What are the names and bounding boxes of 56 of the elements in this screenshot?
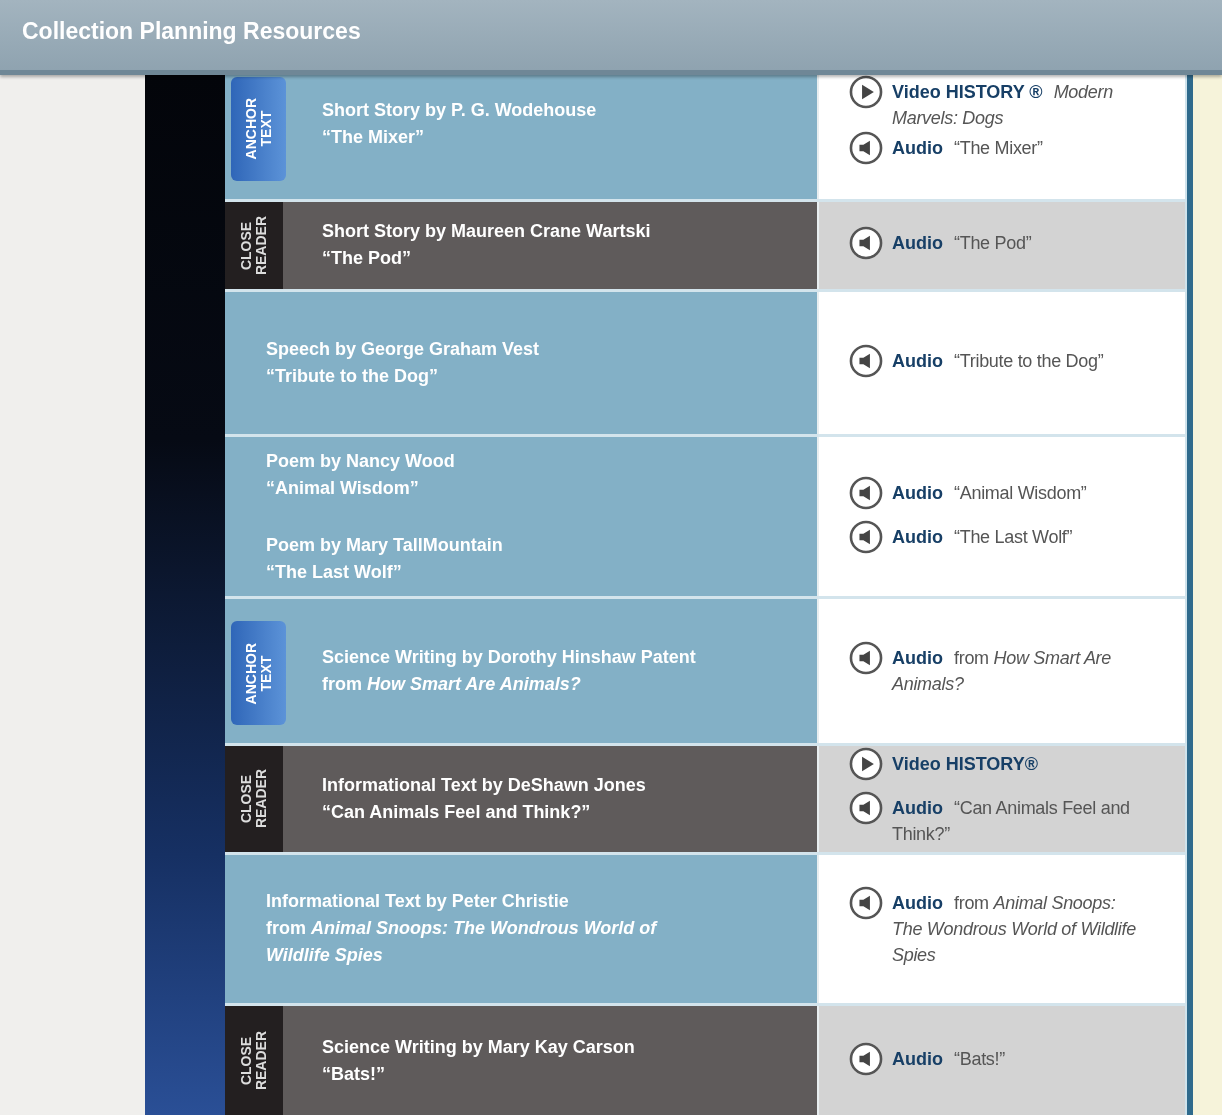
anchor-text-tag: ANCHOR TEXT	[231, 77, 286, 181]
selection-author: Short Story by Maureen Crane Wartski	[322, 220, 651, 244]
resource-entry: Audio from How Smart Are Animals?	[892, 647, 1112, 697]
selection-title: from Animal Snoops: The Wondrous World of Wildlife Spies	[266, 917, 659, 968]
speaker-icon[interactable]	[849, 641, 883, 676]
selection-author: Poem by Nancy Wood	[266, 449, 456, 473]
selection-author: Informational Text by DeShawn Jones	[322, 773, 646, 797]
selection-title: from How Smart Are Animals?	[322, 673, 582, 697]
resource-entry: Video HISTORY ® Modern Marvels: Dogs	[892, 80, 1114, 130]
selection-author: Poem by Mary TallMountain	[266, 533, 503, 557]
selection-title: “The Mixer”	[322, 126, 426, 150]
speaker-icon[interactable]	[849, 1041, 883, 1076]
resource-entry: Audio “The Last Wolf”	[892, 525, 1073, 549]
selection-title: “Bats!”	[322, 1062, 386, 1086]
audio-link[interactable]: Audio	[892, 233, 943, 254]
play-icon[interactable]	[849, 74, 883, 109]
selection-title: “Can Animals Feel and Think?”	[322, 800, 592, 824]
video-link[interactable]: Video HISTORY®	[892, 753, 1038, 774]
selection-title: “Tribute to the Dog”	[266, 364, 439, 388]
page-title: Collection Planning Resources	[22, 17, 361, 45]
selection-author: Science Writing by Dorothy Hinshaw Patent	[322, 646, 696, 670]
audio-link[interactable]: Audio	[892, 137, 943, 158]
play-icon[interactable]	[849, 746, 883, 781]
resource-entry: Audio “Animal Wisdom”	[892, 481, 1087, 505]
selection-title: “The Pod”	[322, 247, 412, 271]
speaker-icon[interactable]	[849, 130, 883, 165]
speaker-icon[interactable]	[849, 343, 883, 378]
speaker-icon[interactable]	[849, 790, 883, 825]
anchor-text-tag: ANCHOR TEXT	[231, 621, 286, 726]
resource-entry: Audio “Bats!”	[892, 1047, 1005, 1071]
audio-link[interactable]: Audio	[892, 526, 943, 547]
audio-link[interactable]: Audio	[892, 797, 943, 818]
speaker-icon[interactable]	[849, 226, 883, 261]
resource-entry: Audio “Tribute to the Dog”	[892, 349, 1104, 373]
resource-entry: Audio “The Mixer”	[892, 136, 1043, 160]
speaker-icon[interactable]	[849, 475, 883, 510]
close-reader-tag: CLOSE READER	[225, 201, 283, 289]
resource-entry: Audio from Animal Snoops: The Wondrous World of Wildlife Spies	[892, 892, 1137, 967]
audio-link[interactable]: Audio	[892, 1048, 943, 1069]
selection-author: Short Story by P. G. Wodehouse	[322, 99, 597, 123]
selection-author: Science Writing by Mary Kay Carson	[322, 1035, 635, 1059]
close-reader-tag: CLOSE READER	[225, 1006, 283, 1115]
audio-link[interactable]: Audio	[892, 893, 943, 913]
close-reader-tag: CLOSE READER	[225, 745, 283, 852]
selection-title: “The Last Wolf”	[266, 560, 403, 584]
selection-title: “Animal Wisdom”	[266, 476, 420, 500]
speaker-icon[interactable]	[849, 886, 883, 920]
speaker-icon[interactable]	[849, 519, 883, 554]
audio-link[interactable]: Audio	[892, 350, 943, 371]
selection-author: Speech by George Graham Vest	[266, 337, 540, 361]
resource-entry: Audio “The Pod”	[892, 232, 1032, 256]
resource-entry: Audio “Can Animals Feel and Think?”	[892, 796, 1131, 846]
audio-link[interactable]: Audio	[892, 648, 943, 669]
selection-author: Informational Text by Peter Christie	[266, 890, 570, 914]
video-link[interactable]: Video HISTORY ®	[892, 81, 1043, 102]
audio-link[interactable]: Audio	[892, 482, 943, 503]
